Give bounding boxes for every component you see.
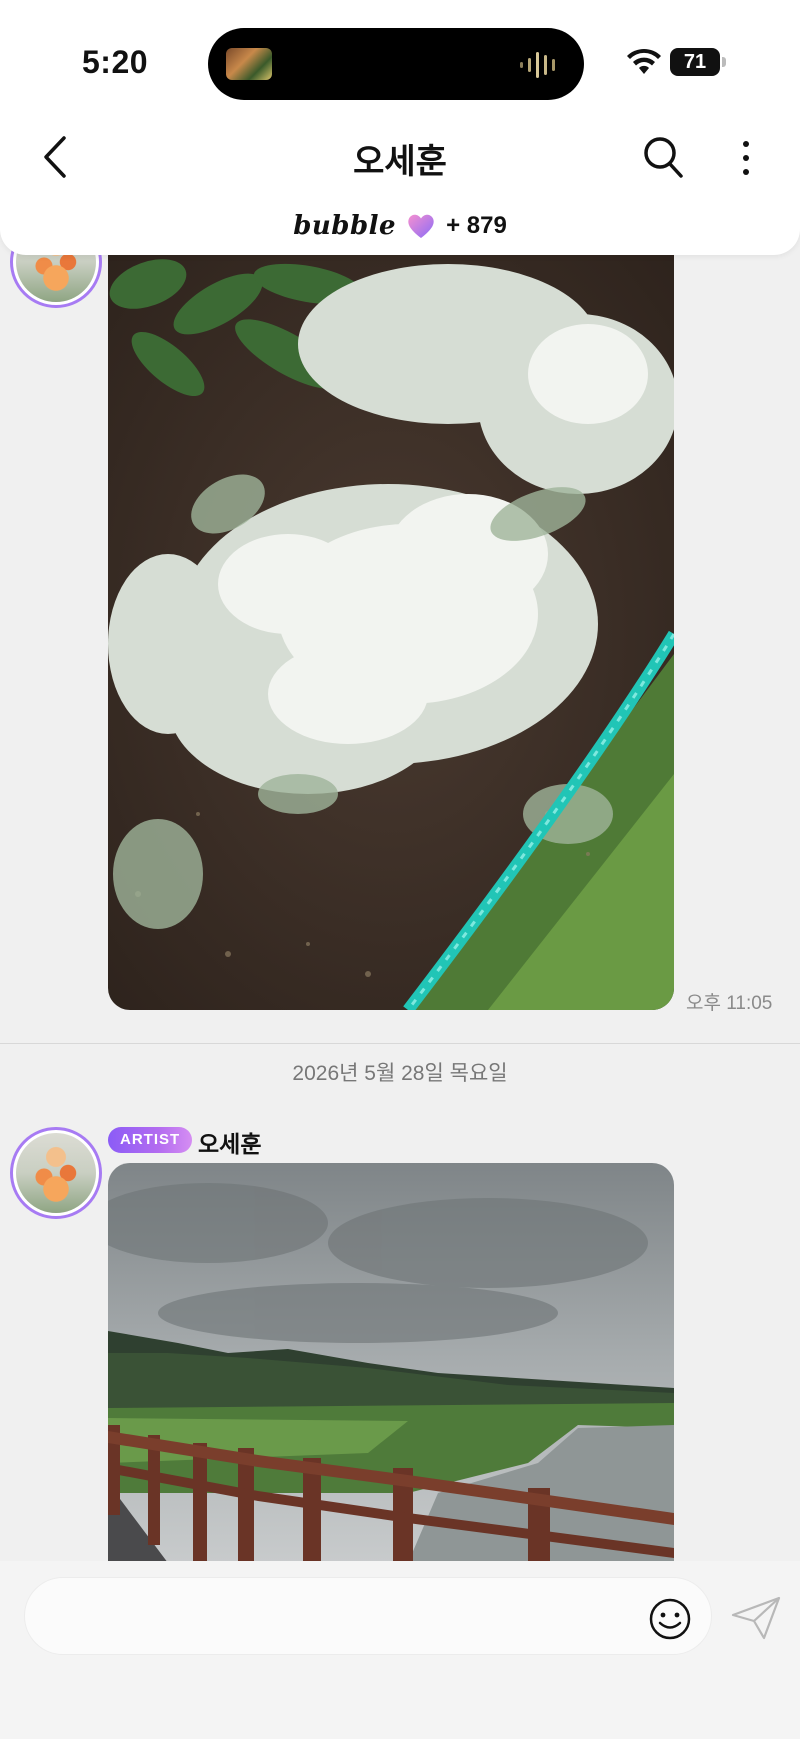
back-button[interactable] <box>36 132 76 182</box>
sender-name: 오세훈 <box>198 1131 262 1157</box>
message-photo-river[interactable] <box>108 1163 674 1563</box>
date-separator: 2026년 5월 28일 목요일 <box>292 1062 508 1085</box>
paper-plane-icon[interactable] <box>730 1595 782 1641</box>
avatar[interactable] <box>10 1127 102 1219</box>
search-icon[interactable] <box>640 132 686 182</box>
battery-tip <box>722 57 726 67</box>
wifi-icon <box>627 48 661 74</box>
subscriber-count: + 879 <box>446 212 507 239</box>
live-activity-thumbnail <box>226 48 272 80</box>
chat-header: 5:20 71 오세훈 bubble + 879 <box>0 0 800 255</box>
composer-bar <box>0 1561 800 1739</box>
subscription-row: bubble + 879 <box>0 208 800 244</box>
artist-badge: ARTIST <box>108 1127 193 1153</box>
heart-icon <box>408 214 434 238</box>
battery-icon: 71 <box>670 48 720 76</box>
chat-title: 오세훈 <box>353 143 447 181</box>
message-photo-plant[interactable] <box>108 254 674 1010</box>
dynamic-island[interactable] <box>208 28 584 100</box>
more-vertical-icon[interactable] <box>728 136 764 180</box>
smiley-icon[interactable] <box>648 1597 692 1641</box>
divider <box>0 1043 800 1044</box>
message-timestamp: 오후 11:05 <box>686 993 773 1014</box>
audio-wave-icon <box>520 52 555 78</box>
message-input[interactable] <box>24 1577 712 1655</box>
status-time: 5:20 <box>82 44 149 80</box>
bubble-logo: bubble <box>293 211 397 241</box>
